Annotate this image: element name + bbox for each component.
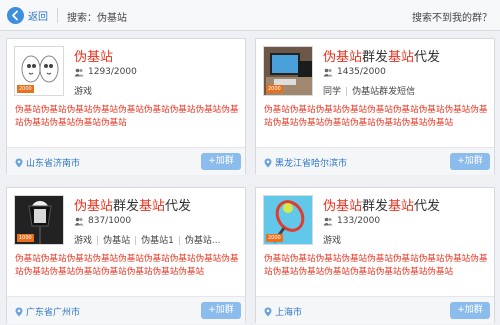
join-group-button[interactable]: +加群: [450, 302, 490, 319]
group-name-text: 代发: [165, 199, 192, 214]
group-card[interactable]: 2000 伪基站群发基站代发 133/2000 游戏 伪基站伪基站伪基站伪基站伪…: [255, 187, 495, 324]
group-name[interactable]: 伪基站群发基站代发: [323, 46, 440, 65]
group-name[interactable]: 伪基站: [74, 46, 113, 65]
card-footer: 上海市 +加群: [256, 296, 494, 324]
top-bar: 返回 搜索：伪基站 搜索不到我的群？: [0, 0, 500, 31]
tag-separator: |: [177, 236, 181, 246]
group-description: 伪基站伪基站伪基站伪基站伪基站伪基站伪基站伪基站伪基站伪基站伪基站伪基站伪基站伪…: [15, 254, 239, 277]
tag: 伪基站...: [184, 236, 221, 246]
level-badge: 2000: [17, 85, 34, 93]
group-name-text: 群发: [362, 50, 389, 65]
location-text: 黑龙江省哈尔滨市: [275, 159, 348, 169]
divider: [57, 8, 58, 23]
member-count-value: 133/2000: [337, 216, 381, 226]
tag-separator: |: [96, 236, 100, 246]
level-badge: 1000: [17, 234, 34, 242]
group-name[interactable]: 伪基站群发基站代发: [74, 195, 191, 214]
group-description: 伪基站伪基站伪基站伪基站伪基站伪基站伪基站伪基站伪基站伪基站伪基站伪基站伪基站: [15, 105, 239, 128]
back-button[interactable]: 返回: [7, 6, 48, 25]
tag-separator: |: [345, 87, 349, 97]
group-card[interactable]: 1000 伪基站群发基站代发 837/1000 游戏 | 伪基站 | 伪基站1 | 伪基站.…: [6, 187, 246, 324]
tag: 游戏: [323, 236, 342, 246]
map-pin-icon: [264, 307, 272, 316]
group-name-highlight: 基站: [388, 50, 415, 65]
group-avatar[interactable]: 2000: [14, 46, 64, 96]
join-group-button[interactable]: +加群: [450, 153, 490, 170]
group-name-text: 群发: [362, 199, 389, 214]
map-pin-icon: [15, 158, 23, 167]
group-tags: 游戏: [74, 84, 92, 97]
join-group-button[interactable]: +加群: [201, 153, 241, 170]
group-name-highlight: 伪基站: [323, 199, 363, 214]
people-icon: [323, 68, 333, 76]
level-badge: 2000: [266, 234, 283, 242]
group-description: 伪基站伪基站伪基站伪基站伪基站伪基站伪基站伪基站伪基站伪基站伪基站伪基站伪基站伪…: [264, 105, 488, 128]
member-count-value: 837/1000: [88, 216, 132, 226]
people-icon: [74, 68, 84, 76]
tag: 同学: [323, 87, 342, 97]
card-footer: 广东省广州市 +加群: [7, 296, 245, 324]
not-found-link[interactable]: 搜索不到我的群？: [412, 9, 492, 24]
card-footer: 山东省济南市 +加群: [7, 147, 245, 175]
location-text: 广东省广州市: [26, 308, 81, 318]
location-text: 上海市: [275, 308, 303, 318]
people-icon: [74, 217, 84, 225]
level-badge: 2000: [266, 85, 283, 93]
group-name[interactable]: 伪基站群发基站代发: [323, 195, 440, 214]
tag: 游戏: [74, 236, 93, 246]
group-avatar[interactable]: 2000: [263, 195, 313, 245]
group-tags: 同学 | 伪基站群发短信: [323, 84, 415, 97]
people-icon: [323, 217, 333, 225]
tag: 伪基站群发短信: [352, 87, 416, 97]
location: 上海市: [264, 305, 302, 318]
group-avatar[interactable]: 1000: [14, 195, 64, 245]
group-name-highlight: 伪基站: [74, 50, 114, 65]
tag: 伪基站: [103, 236, 131, 246]
left-arrow-circle-icon: [7, 7, 24, 24]
group-description: 伪基站伪基站伪基站伪基站伪基站伪基站伪基站伪基站伪基站伪基站伪基站伪基站伪基站伪…: [264, 254, 488, 277]
tag: 伪基站1: [141, 236, 174, 246]
member-count: 837/1000: [74, 216, 131, 226]
location: 山东省济南市: [15, 156, 80, 169]
group-name-highlight: 基站: [139, 199, 166, 214]
map-pin-icon: [264, 158, 272, 167]
group-tags: 游戏 | 伪基站 | 伪基站1 | 伪基站...: [74, 233, 221, 246]
group-name-text: 代发: [414, 50, 441, 65]
group-name-highlight: 基站: [388, 199, 415, 214]
group-avatar[interactable]: 2000: [263, 46, 313, 96]
member-count: 1435/2000: [323, 67, 386, 77]
group-name-highlight: 伪基站: [74, 199, 114, 214]
search-query-text: 搜索：伪基站: [67, 13, 127, 24]
location-text: 山东省济南市: [26, 159, 81, 169]
group-card[interactable]: 2000 伪基站群发基站代发 1435/2000 同学 | 伪基站群发短信 伪基站伪…: [255, 38, 495, 175]
location: 广东省广州市: [15, 305, 80, 318]
tag: 游戏: [74, 87, 93, 97]
card-footer: 黑龙江省哈尔滨市 +加群: [256, 147, 494, 175]
group-tags: 游戏: [323, 233, 341, 246]
group-name-text: 群发: [113, 199, 140, 214]
member-count-value: 1293/2000: [88, 67, 137, 77]
tag-separator: |: [134, 236, 138, 246]
group-name-highlight: 伪基站: [323, 50, 363, 65]
group-card[interactable]: 2000 伪基站 1293/2000 游戏 伪基站伪基站伪基站伪基站伪基站伪基站…: [6, 38, 246, 175]
member-count-value: 1435/2000: [337, 67, 386, 77]
location: 黑龙江省哈尔滨市: [264, 156, 347, 169]
back-label: 返回: [28, 12, 48, 23]
member-count: 1293/2000: [74, 67, 137, 77]
member-count: 133/2000: [323, 216, 380, 226]
join-group-button[interactable]: +加群: [201, 302, 241, 319]
map-pin-icon: [15, 307, 23, 316]
group-name-text: 代发: [414, 199, 441, 214]
